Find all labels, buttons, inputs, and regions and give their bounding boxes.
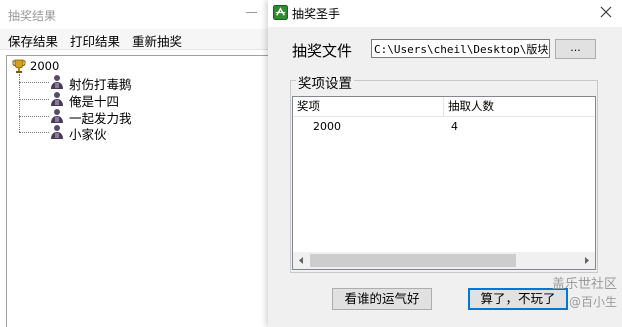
results-tree[interactable]: 2000 射伤打毒鹅 俺是十四 一起发力我 小家伙 bbox=[6, 55, 269, 327]
scroll-left-icon[interactable] bbox=[293, 252, 310, 269]
app-icon bbox=[273, 5, 288, 20]
tree-child-node[interactable]: 小家伙 bbox=[19, 124, 139, 142]
watermark: 盖乐世社区 @百小生 bbox=[537, 273, 617, 313]
horizontal-scrollbar[interactable] bbox=[293, 252, 595, 269]
tree-child-node[interactable]: 俺是十四 bbox=[19, 91, 139, 109]
file-label: 抽奖文件 bbox=[292, 42, 353, 60]
prize-list-header: 奖项 抽取人数 bbox=[293, 97, 595, 117]
tree-child-node[interactable]: 射伤打毒鹅 bbox=[19, 74, 139, 92]
column-header-prize[interactable]: 奖项 bbox=[293, 97, 443, 116]
menu-redraw[interactable]: 重新抽奖 bbox=[132, 31, 182, 50]
lottery-dialog: 抽奖圣手 抽奖文件 C:\Users\cheil\Desktop\版块活 ...… bbox=[268, 0, 622, 327]
prize-settings-label: 奖项设置 bbox=[296, 72, 354, 92]
browse-button[interactable]: ... bbox=[555, 39, 596, 59]
file-path-input[interactable]: C:\Users\cheil\Desktop\版块活 bbox=[371, 39, 550, 58]
watermark-author: @百小生 bbox=[568, 295, 617, 309]
results-menubar: 保存结果 打印结果 重新抽奖 bbox=[0, 29, 268, 50]
prize-row[interactable]: 2000 4 bbox=[293, 118, 595, 135]
prize-name-cell: 2000 bbox=[313, 120, 341, 133]
dialog-title: 抽奖圣手 bbox=[292, 7, 341, 21]
tree-root-label: 2000 bbox=[30, 59, 60, 73]
tree-child-node[interactable]: 一起发力我 bbox=[19, 108, 139, 126]
menu-print-results[interactable]: 打印结果 bbox=[70, 31, 120, 50]
tree-child-label: 小家伙 bbox=[69, 127, 107, 142]
column-header-count[interactable]: 抽取人数 bbox=[444, 97, 595, 116]
lucky-draw-button[interactable]: 看谁的运气好 bbox=[332, 288, 432, 310]
person-icon bbox=[51, 92, 63, 106]
person-icon bbox=[51, 75, 63, 89]
results-titlebar: 抽奖结果 bbox=[0, 0, 268, 28]
tree-connector bbox=[19, 99, 49, 100]
prize-count-cell: 4 bbox=[451, 120, 458, 133]
person-icon bbox=[51, 109, 63, 123]
tree-connector bbox=[19, 132, 49, 133]
scroll-right-icon[interactable] bbox=[578, 252, 595, 269]
minimize-button[interactable] bbox=[246, 12, 257, 13]
scrollbar-thumb[interactable] bbox=[310, 254, 516, 267]
desktop: 抽奖结果 保存结果 打印结果 重新抽奖 2000 射伤打毒鹅 俺是十四 一起发力… bbox=[0, 0, 622, 327]
close-icon[interactable] bbox=[599, 5, 613, 19]
menu-save-results[interactable]: 保存结果 bbox=[8, 31, 58, 50]
trophy-icon bbox=[12, 59, 26, 73]
tree-connector bbox=[19, 82, 49, 83]
tree-connector bbox=[19, 116, 49, 117]
person-icon bbox=[51, 125, 63, 139]
dialog-titlebar: 抽奖圣手 bbox=[268, 0, 622, 26]
results-window: 抽奖结果 保存结果 打印结果 重新抽奖 2000 射伤打毒鹅 俺是十四 一起发力… bbox=[0, 0, 269, 327]
prize-list[interactable]: 奖项 抽取人数 2000 4 bbox=[292, 96, 596, 270]
watermark-site: 盖乐世社区 bbox=[551, 277, 617, 292]
results-window-title: 抽奖结果 bbox=[8, 9, 57, 23]
